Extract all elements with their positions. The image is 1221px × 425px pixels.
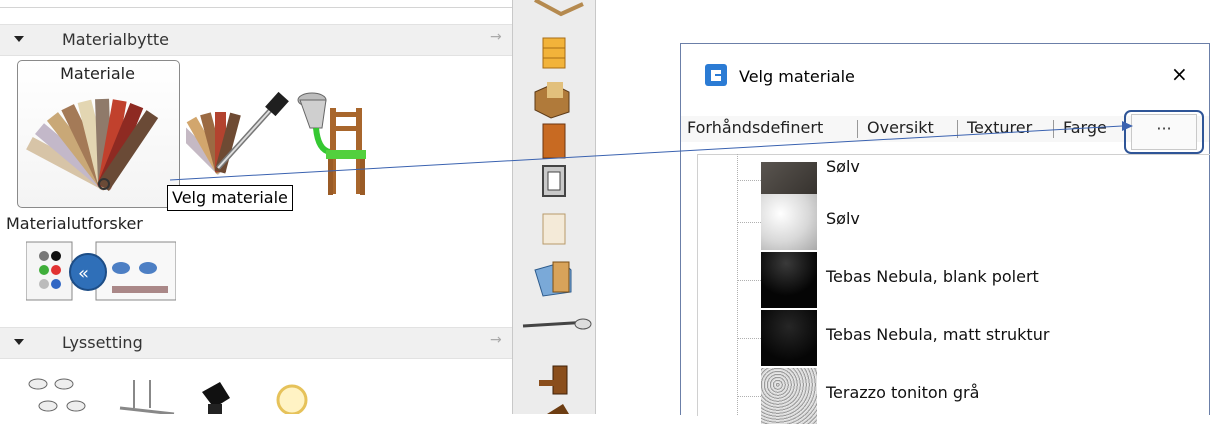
tab-oversikt[interactable]: Oversikt — [867, 118, 934, 137]
material-explorer-icon[interactable]: « — [26, 240, 176, 304]
tab-separator — [957, 120, 958, 138]
expand-triangle-icon[interactable] — [14, 339, 24, 345]
material-label: Tebas Nebula, blank polert — [826, 267, 1039, 286]
section-header-lyssetting[interactable]: Lyssetting → — [0, 327, 512, 359]
material-swatch — [761, 252, 817, 308]
material-swatch — [761, 194, 817, 250]
expand-triangle-icon[interactable] — [14, 36, 24, 42]
section-title: Lyssetting — [62, 333, 143, 352]
cabinet-icon[interactable] — [513, 0, 595, 414]
tree-branch — [737, 396, 761, 397]
paint-bucket-chair-icon[interactable] — [290, 80, 370, 200]
list-item[interactable]: Tebas Nebula, matt struktur — [681, 310, 1193, 367]
eyedropper-icon[interactable] — [186, 88, 306, 178]
tree-branch — [737, 338, 761, 339]
material-label: Sølv — [826, 157, 860, 176]
tab-separator — [857, 120, 858, 138]
app-logo-icon — [705, 64, 727, 86]
tooltip: Velg materiale — [167, 185, 293, 211]
pin-arrow-icon[interactable]: → — [490, 29, 502, 45]
close-icon[interactable]: × — [1171, 62, 1188, 86]
material-label: Terazzo toniton grå — [826, 383, 980, 402]
section-title: Materialbytte — [62, 30, 170, 49]
highlight-box — [1124, 110, 1204, 154]
tree-branch — [737, 280, 761, 281]
dialog-title: Velg materiale — [739, 67, 855, 86]
tree-branch — [737, 222, 761, 223]
materiale-tool-label: Materiale — [60, 64, 135, 83]
panel-divider — [0, 7, 512, 8]
tool-panel: Materialbytte → Materiale Velg materiale… — [0, 0, 512, 414]
pin-arrow-icon[interactable]: → — [490, 332, 502, 348]
material-swatch — [761, 310, 817, 366]
material-label: Sølv — [826, 209, 860, 228]
tab-separator — [1053, 120, 1054, 138]
list-item[interactable]: Terazzo toniton grå — [681, 368, 1193, 425]
tab-farge[interactable]: Farge — [1063, 118, 1107, 137]
list-item[interactable]: Sølv — [681, 194, 1193, 251]
light-fixture-icon[interactable] — [24, 374, 314, 414]
section-header-materialbytte[interactable]: Materialbytte → — [0, 24, 512, 56]
svg-text:«: « — [78, 263, 89, 284]
object-toolbar — [512, 0, 596, 414]
tab-texturer[interactable]: Texturer — [967, 118, 1032, 137]
list-item[interactable]: Tebas Nebula, blank polert — [681, 252, 1193, 309]
tree-branch — [737, 180, 761, 181]
material-swatch — [761, 368, 817, 424]
materialutforsker-label: Materialutforsker — [6, 214, 143, 233]
material-label: Tebas Nebula, matt struktur — [826, 325, 1050, 344]
tab-forhandsdefinert[interactable]: Forhåndsdefinert — [687, 118, 823, 137]
velg-materiale-dialog: Velg materiale × Forhåndsdefinert Oversi… — [680, 43, 1210, 424]
color-swatch-fan-icon — [26, 98, 159, 191]
